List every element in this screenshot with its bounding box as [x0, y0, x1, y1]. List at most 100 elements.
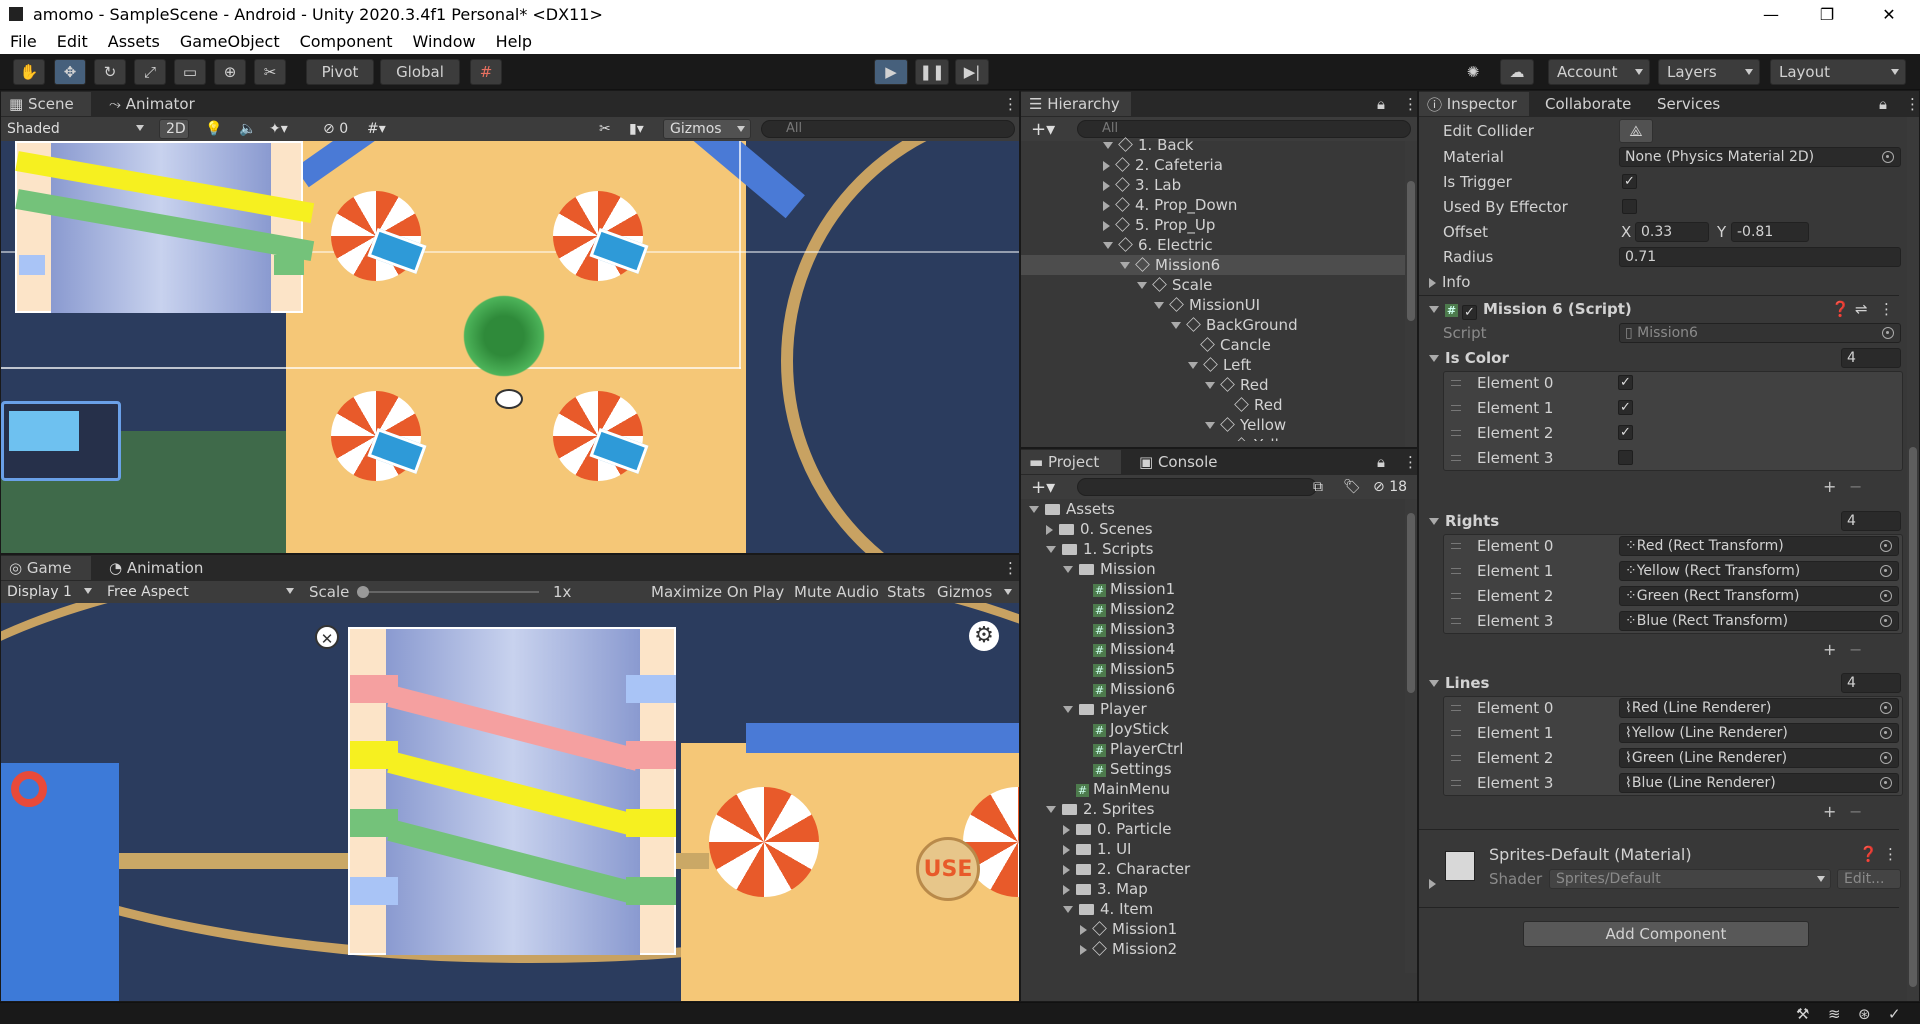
lines-remove-button[interactable]: −	[1849, 802, 1862, 821]
menu-help[interactable]: Help	[486, 32, 542, 51]
scale-tool-icon[interactable]: ⤢	[134, 59, 166, 85]
object-picker-icon[interactable]	[1880, 615, 1892, 627]
maximize-on-play-toggle[interactable]: Maximize On Play	[651, 582, 784, 602]
project-item[interactable]: 2. Character	[1021, 859, 1405, 879]
component-menu-icon[interactable]: ⋮	[1879, 297, 1894, 321]
expanded-arrow-icon[interactable]	[1046, 546, 1056, 553]
lighting-icon[interactable]: 💡	[199, 119, 225, 139]
collapsed-arrow-icon[interactable]	[1080, 944, 1087, 955]
expanded-arrow-icon[interactable]	[1205, 382, 1215, 389]
progress-icon[interactable]: ⊛	[1858, 1005, 1871, 1023]
project-item[interactable]: # JoyStick	[1021, 719, 1405, 739]
object-picker-icon[interactable]	[1880, 565, 1892, 577]
menu-file[interactable]: File	[0, 32, 47, 51]
drag-handle-icon[interactable]	[1451, 380, 1461, 386]
expanded-arrow-icon[interactable]	[1063, 566, 1073, 573]
transform-tool-icon[interactable]: ⊕	[214, 59, 246, 85]
shader-edit-button[interactable]: Edit...	[1837, 869, 1901, 889]
project-item[interactable]: Mission	[1021, 559, 1405, 579]
project-scrollbar[interactable]	[1405, 499, 1417, 973]
project-item[interactable]: # Settings	[1021, 759, 1405, 779]
object-picker-icon[interactable]	[1880, 590, 1892, 602]
hierarchy-item[interactable]: 5. Prop_Up	[1021, 215, 1405, 235]
layout-dropdown[interactable]: Layout	[1770, 59, 1906, 85]
object-picker-icon[interactable]	[1880, 540, 1892, 552]
mission6-enabled-checkbox[interactable]: ✓	[1462, 305, 1477, 320]
rights-element-3-field[interactable]: ⁘Blue (Rect Transform)	[1619, 611, 1899, 631]
collapsed-arrow-icon[interactable]	[1103, 180, 1110, 191]
expanded-arrow-icon[interactable]	[1103, 242, 1113, 249]
drag-handle-icon[interactable]	[1451, 405, 1461, 411]
is-color-element-2-checkbox[interactable]: ✓	[1618, 425, 1633, 440]
scale-slider-track[interactable]	[359, 591, 539, 593]
project-item[interactable]: # PlayerCtrl	[1021, 739, 1405, 759]
shading-dropdown[interactable]: Shaded	[1, 119, 149, 139]
rights-element-1-field[interactable]: ⁘Yellow (Rect Transform)	[1619, 561, 1899, 581]
lines-element-0-field[interactable]: ⌇Red (Line Renderer)	[1619, 698, 1899, 718]
object-picker-icon[interactable]	[1880, 702, 1892, 714]
hidden-objects-toggle[interactable]: ⊘ 0	[317, 119, 357, 139]
tab-hierarchy[interactable]: ☰ Hierarchy	[1021, 92, 1131, 116]
scene-search-input[interactable]: All	[761, 120, 1015, 138]
project-item[interactable]: 1. Scripts	[1021, 539, 1405, 559]
rights-add-button[interactable]: +	[1823, 640, 1836, 659]
collapsed-arrow-icon[interactable]	[1063, 844, 1070, 855]
drag-handle-icon[interactable]	[1451, 455, 1461, 461]
collapsed-arrow-icon[interactable]	[1103, 200, 1110, 211]
hierarchy-item[interactable]: Scale	[1021, 275, 1405, 295]
inspector-scrollbar[interactable]	[1907, 117, 1919, 1001]
hierarchy-item[interactable]: MissionUI	[1021, 295, 1405, 315]
project-item[interactable]: 0. Scenes	[1021, 519, 1405, 539]
is-color-foldout[interactable]: Is Color	[1429, 348, 1509, 368]
pivot-toggle[interactable]: Pivot	[306, 59, 374, 85]
project-item[interactable]: # Mission1	[1021, 579, 1405, 599]
offset-y-field[interactable]: -0.81	[1731, 222, 1809, 242]
project-item[interactable]: Assets	[1021, 499, 1405, 519]
tools-icon[interactable]: ✂	[593, 119, 617, 139]
scale-slider-thumb[interactable]	[357, 586, 369, 598]
maximize-button[interactable]: ❐	[1800, 0, 1854, 28]
expanded-arrow-icon[interactable]	[1046, 806, 1056, 813]
project-item[interactable]: # Mission2	[1021, 599, 1405, 619]
expanded-arrow-icon[interactable]	[1029, 506, 1039, 513]
scene-viewport[interactable]	[1, 141, 1019, 553]
drag-handle-icon[interactable]	[1451, 618, 1461, 624]
hierarchy-item[interactable]: Left	[1021, 355, 1405, 375]
project-item[interactable]: # Mission4	[1021, 639, 1405, 659]
expanded-arrow-icon[interactable]	[1171, 322, 1181, 329]
collapsed-arrow-icon[interactable]	[1063, 884, 1070, 895]
project-item[interactable]: # Mission6	[1021, 679, 1405, 699]
project-lock-icon[interactable]: 🔒︎	[1369, 450, 1393, 474]
help-icon[interactable]: ❓	[1831, 297, 1850, 321]
close-button[interactable]: ✕	[1862, 0, 1916, 28]
project-item[interactable]: 2. Sprites	[1021, 799, 1405, 819]
close-mission-icon[interactable]: ✕	[315, 625, 339, 649]
drag-handle-icon[interactable]	[1451, 430, 1461, 436]
drag-handle-icon[interactable]	[1451, 780, 1461, 786]
hierarchy-lock-icon[interactable]: 🔒︎	[1369, 92, 1393, 116]
info-foldout[interactable]: Info	[1429, 272, 1470, 292]
cache-icon[interactable]: ≋	[1828, 1005, 1841, 1023]
project-search-input[interactable]	[1077, 478, 1317, 496]
expanded-arrow-icon[interactable]	[1063, 706, 1073, 713]
hidden-packages-toggle[interactable]: ⊘ 18	[1367, 477, 1415, 497]
project-item[interactable]: Mission1	[1021, 919, 1405, 939]
hierarchy-scroll-thumb[interactable]	[1407, 181, 1415, 321]
rights-remove-button[interactable]: −	[1849, 640, 1862, 659]
object-picker-icon[interactable]	[1880, 752, 1892, 764]
is-color-size[interactable]: 4	[1841, 348, 1901, 368]
project-item[interactable]: 0. Particle	[1021, 819, 1405, 839]
drag-handle-icon[interactable]	[1451, 730, 1461, 736]
tab-collaborate[interactable]: Collaborate	[1537, 92, 1639, 116]
rotate-tool-icon[interactable]: ↻	[94, 59, 126, 85]
radius-field[interactable]: 0.71	[1619, 247, 1901, 267]
material-picker-icon[interactable]	[1882, 151, 1894, 163]
material-field[interactable]: None (Physics Material 2D)	[1619, 147, 1901, 167]
mute-audio-toggle[interactable]: Mute Audio	[794, 582, 879, 602]
snap-grid-icon[interactable]: #	[470, 59, 502, 85]
hierarchy-item[interactable]: 3. Lab	[1021, 175, 1405, 195]
2d-toggle[interactable]: 2D	[159, 119, 189, 139]
project-item[interactable]: 3. Map	[1021, 879, 1405, 899]
lines-foldout[interactable]: Lines	[1429, 673, 1489, 693]
tab-game[interactable]: ◎ Game	[1, 556, 91, 580]
